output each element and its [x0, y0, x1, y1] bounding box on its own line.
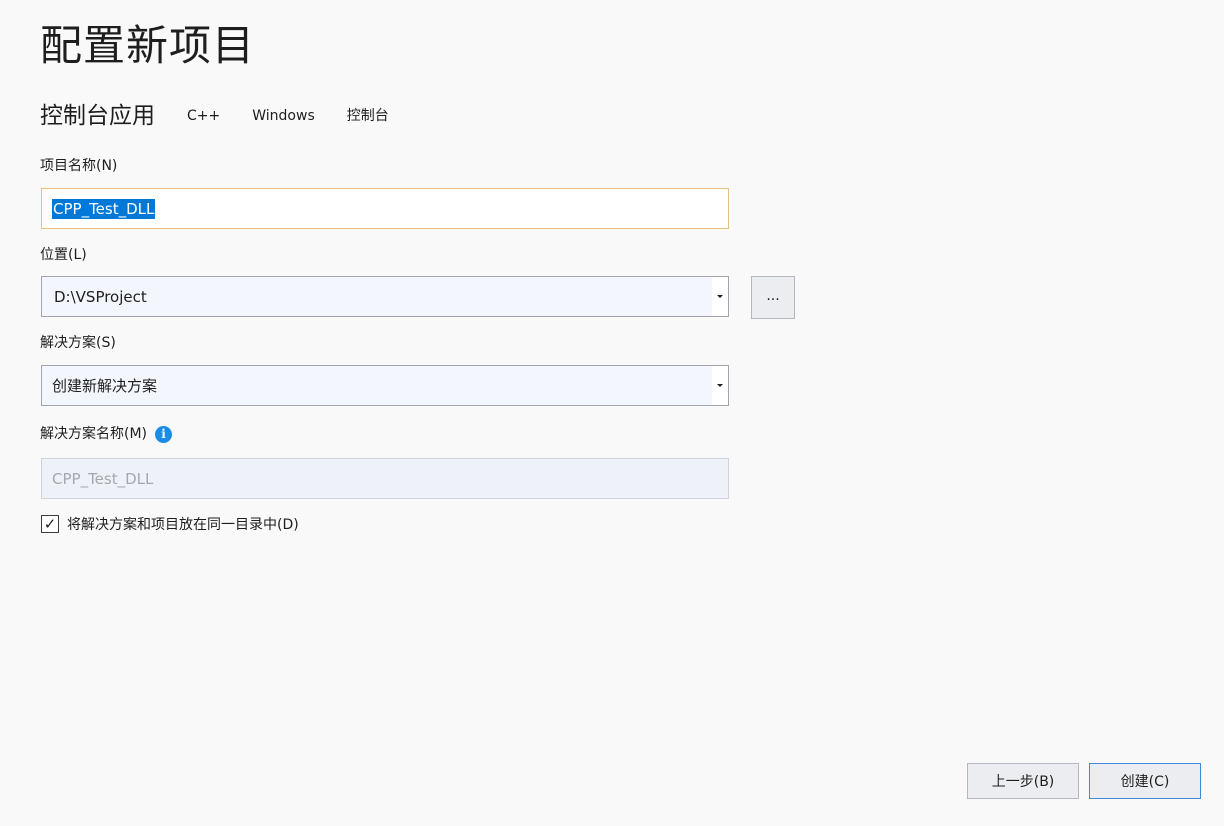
- solution-value: 创建新解决方案: [52, 377, 158, 395]
- page-title: 配置新项目: [40, 21, 256, 70]
- project-name-label: 项目名称(N): [40, 158, 118, 174]
- solution-name-input: CPP_Test_DLL: [41, 458, 729, 499]
- solution-label: 解决方案(S): [40, 335, 116, 351]
- same-directory-checkbox[interactable]: ✓: [41, 515, 59, 533]
- checkmark-icon: ✓: [43, 514, 57, 533]
- project-name-input[interactable]: CPP_Test_DLL: [41, 188, 729, 229]
- chevron-down-icon: [717, 295, 723, 298]
- location-dropdown-button[interactable]: [712, 277, 728, 316]
- same-directory-label[interactable]: 将解决方案和项目放在同一目录中(D): [67, 514, 299, 534]
- chevron-down-icon: [717, 384, 723, 387]
- template-header: 控制台应用 C++ Windows 控制台: [40, 100, 421, 132]
- project-name-value: CPP_Test_DLL: [52, 198, 156, 219]
- location-combobox[interactable]: D:\VSProject: [41, 276, 729, 317]
- location-label: 位置(L): [40, 247, 87, 263]
- browse-button[interactable]: ...: [751, 276, 795, 319]
- solution-name-label-row: 解决方案名称(M) i: [40, 424, 173, 444]
- solution-name-value: CPP_Test_DLL: [52, 469, 154, 488]
- info-icon[interactable]: i: [155, 425, 173, 443]
- back-button[interactable]: 上一步(B): [967, 763, 1079, 799]
- template-name: 控制台应用: [40, 103, 155, 129]
- solution-name-label: 解决方案名称(M): [40, 426, 148, 442]
- same-directory-option[interactable]: ✓ 将解决方案和项目放在同一目录中(D): [41, 514, 299, 534]
- solution-dropdown-button[interactable]: [712, 366, 728, 405]
- location-value: D:\VSProject: [54, 287, 147, 306]
- tag-project-type: 控制台: [346, 108, 389, 124]
- solution-select[interactable]: 创建新解决方案: [41, 365, 729, 406]
- create-button[interactable]: 创建(C): [1089, 763, 1201, 799]
- tag-platform: Windows: [252, 108, 315, 124]
- tag-language: C++: [187, 108, 221, 124]
